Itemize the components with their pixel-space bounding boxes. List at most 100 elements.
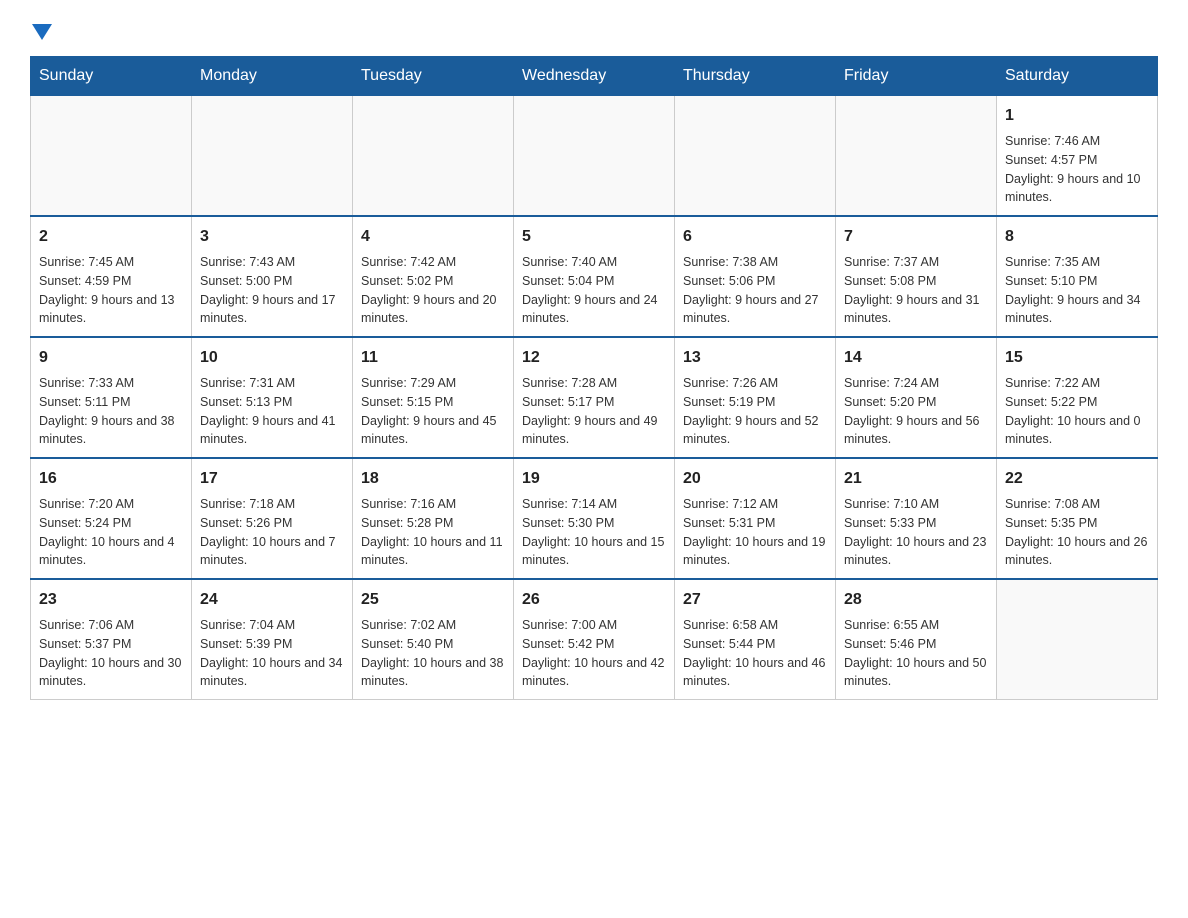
calendar-cell [836, 96, 997, 217]
day-info: Sunrise: 7:00 AMSunset: 5:42 PMDaylight:… [522, 616, 666, 691]
calendar-table: SundayMondayTuesdayWednesdayThursdayFrid… [30, 56, 1158, 700]
calendar-cell: 25 Sunrise: 7:02 AMSunset: 5:40 PMDayligh… [353, 579, 514, 700]
calendar-cell: 13Sunrise: 7:26 AMSunset: 5:19 PMDayligh… [675, 337, 836, 458]
day-info: Sunrise: 7:37 AMSunset: 5:08 PMDaylight:… [844, 253, 988, 328]
day-number: 7 [844, 225, 988, 249]
day-header-friday: Friday [836, 57, 997, 96]
calendar-cell: 9 Sunrise: 7:33 AMSunset: 5:11 PMDaylight… [31, 337, 192, 458]
day-info: Sunrise: 7:45 AMSunset: 4:59 PMDaylight:… [39, 253, 183, 328]
calendar-cell: 14Sunrise: 7:24 AMSunset: 5:20 PMDayligh… [836, 337, 997, 458]
calendar-cell [514, 96, 675, 217]
day-number: 21 [844, 467, 988, 491]
calendar-cell: 19 Sunrise: 7:14 AMSunset: 5:30 PMDayligh… [514, 458, 675, 579]
logo [30, 20, 52, 40]
calendar-cell: 15 Sunrise: 7:22 AMSunset: 5:22 PMDayligh… [997, 337, 1158, 458]
day-info: Sunrise: 7:08 AMSunset: 5:35 PMDaylight:… [1005, 495, 1149, 570]
calendar-cell: 17Sunrise: 7:18 AMSunset: 5:26 PMDayligh… [192, 458, 353, 579]
day-info: Sunrise: 7:20 AMSunset: 5:24 PMDaylight:… [39, 495, 183, 570]
day-info: Sunrise: 7:42 AMSunset: 5:02 PMDaylight:… [361, 253, 505, 328]
day-info: Sunrise: 7:33 AMSunset: 5:11 PMDaylight:… [39, 374, 183, 449]
day-info: Sunrise: 7:35 AMSunset: 5:10 PMDaylight:… [1005, 253, 1149, 328]
calendar-cell [192, 96, 353, 217]
calendar-cell: 3 Sunrise: 7:43 AMSunset: 5:00 PMDaylight… [192, 216, 353, 337]
day-number: 8 [1005, 225, 1149, 249]
calendar-cell: 22 Sunrise: 7:08 AMSunset: 5:35 PMDayligh… [997, 458, 1158, 579]
day-number: 4 [361, 225, 505, 249]
day-info: Sunrise: 7:43 AMSunset: 5:00 PMDaylight:… [200, 253, 344, 328]
day-info: Sunrise: 7:14 AMSunset: 5:30 PMDaylight:… [522, 495, 666, 570]
calendar-cell: 20Sunrise: 7:12 AMSunset: 5:31 PMDayligh… [675, 458, 836, 579]
day-number: 23 [39, 588, 183, 612]
day-info: Sunrise: 7:31 AMSunset: 5:13 PMDaylight:… [200, 374, 344, 449]
day-number: 26 [522, 588, 666, 612]
calendar-cell [353, 96, 514, 217]
day-number: 25 [361, 588, 505, 612]
calendar-cell: 11 Sunrise: 7:29 AMSunset: 5:15 PMDayligh… [353, 337, 514, 458]
calendar-cell: 26 Sunrise: 7:00 AMSunset: 5:42 PMDayligh… [514, 579, 675, 700]
day-number: 24 [200, 588, 344, 612]
day-header-thursday: Thursday [675, 57, 836, 96]
calendar-cell [997, 579, 1158, 700]
day-number: 6 [683, 225, 827, 249]
calendar-header-row: SundayMondayTuesdayWednesdayThursdayFrid… [31, 57, 1158, 96]
day-header-wednesday: Wednesday [514, 57, 675, 96]
day-info: Sunrise: 7:12 AMSunset: 5:31 PMDaylight:… [683, 495, 827, 570]
calendar-cell: 4 Sunrise: 7:42 AMSunset: 5:02 PMDaylight… [353, 216, 514, 337]
calendar-cell: 28Sunrise: 6:55 AMSunset: 5:46 PMDayligh… [836, 579, 997, 700]
day-info: Sunrise: 7:22 AMSunset: 5:22 PMDaylight:… [1005, 374, 1149, 449]
day-info: Sunrise: 7:06 AMSunset: 5:37 PMDaylight:… [39, 616, 183, 691]
calendar-cell: 23 Sunrise: 7:06 AMSunset: 5:37 PMDayligh… [31, 579, 192, 700]
calendar-cell: 7 Sunrise: 7:37 AMSunset: 5:08 PMDaylight… [836, 216, 997, 337]
logo-triangle-icon [32, 24, 52, 40]
calendar-cell: 21 Sunrise: 7:10 AMSunset: 5:33 PMDayligh… [836, 458, 997, 579]
day-info: Sunrise: 7:46 AMSunset: 4:57 PMDaylight:… [1005, 132, 1149, 207]
calendar-cell: 2 Sunrise: 7:45 AMSunset: 4:59 PMDaylight… [31, 216, 192, 337]
day-number: 5 [522, 225, 666, 249]
logo-text-block [30, 20, 52, 40]
day-number: 17 [200, 467, 344, 491]
calendar-cell [675, 96, 836, 217]
day-number: 3 [200, 225, 344, 249]
day-number: 27 [683, 588, 827, 612]
calendar-cell: 27Sunrise: 6:58 AMSunset: 5:44 PMDayligh… [675, 579, 836, 700]
calendar-cell: 8 Sunrise: 7:35 AMSunset: 5:10 PMDaylight… [997, 216, 1158, 337]
calendar-cell: 12 Sunrise: 7:28 AMSunset: 5:17 PMDayligh… [514, 337, 675, 458]
calendar-cell: 5 Sunrise: 7:40 AMSunset: 5:04 PMDaylight… [514, 216, 675, 337]
day-number: 12 [522, 346, 666, 370]
day-info: Sunrise: 7:24 AMSunset: 5:20 PMDaylight:… [844, 374, 988, 449]
day-number: 18 [361, 467, 505, 491]
day-number: 19 [522, 467, 666, 491]
day-info: Sunrise: 7:16 AMSunset: 5:28 PMDaylight:… [361, 495, 505, 570]
day-number: 11 [361, 346, 505, 370]
day-number: 16 [39, 467, 183, 491]
day-number: 15 [1005, 346, 1149, 370]
day-number: 1 [1005, 104, 1149, 128]
calendar-cell: 6 Sunrise: 7:38 AMSunset: 5:06 PMDaylight… [675, 216, 836, 337]
day-info: Sunrise: 7:29 AMSunset: 5:15 PMDaylight:… [361, 374, 505, 449]
calendar-cell: 18 Sunrise: 7:16 AMSunset: 5:28 PMDayligh… [353, 458, 514, 579]
day-info: Sunrise: 7:26 AMSunset: 5:19 PMDaylight:… [683, 374, 827, 449]
day-number: 22 [1005, 467, 1149, 491]
calendar-week-row: 9 Sunrise: 7:33 AMSunset: 5:11 PMDaylight… [31, 337, 1158, 458]
day-info: Sunrise: 7:04 AMSunset: 5:39 PMDaylight:… [200, 616, 344, 691]
day-header-saturday: Saturday [997, 57, 1158, 96]
day-header-monday: Monday [192, 57, 353, 96]
calendar-cell: 16 Sunrise: 7:20 AMSunset: 5:24 PMDayligh… [31, 458, 192, 579]
day-number: 28 [844, 588, 988, 612]
calendar-cell: 10 Sunrise: 7:31 AMSunset: 5:13 PMDayligh… [192, 337, 353, 458]
day-info: Sunrise: 7:10 AMSunset: 5:33 PMDaylight:… [844, 495, 988, 570]
calendar-week-row: 1 Sunrise: 7:46 AMSunset: 4:57 PMDaylight… [31, 96, 1158, 217]
day-number: 10 [200, 346, 344, 370]
calendar-cell: 1 Sunrise: 7:46 AMSunset: 4:57 PMDaylight… [997, 96, 1158, 217]
day-number: 9 [39, 346, 183, 370]
calendar-week-row: 2 Sunrise: 7:45 AMSunset: 4:59 PMDaylight… [31, 216, 1158, 337]
day-number: 2 [39, 225, 183, 249]
day-header-sunday: Sunday [31, 57, 192, 96]
day-info: Sunrise: 7:38 AMSunset: 5:06 PMDaylight:… [683, 253, 827, 328]
day-info: Sunrise: 7:40 AMSunset: 5:04 PMDaylight:… [522, 253, 666, 328]
day-info: Sunrise: 7:28 AMSunset: 5:17 PMDaylight:… [522, 374, 666, 449]
day-header-tuesday: Tuesday [353, 57, 514, 96]
calendar-week-row: 16 Sunrise: 7:20 AMSunset: 5:24 PMDayligh… [31, 458, 1158, 579]
calendar-cell: 24 Sunrise: 7:04 AMSunset: 5:39 PMDayligh… [192, 579, 353, 700]
day-info: Sunrise: 7:02 AMSunset: 5:40 PMDaylight:… [361, 616, 505, 691]
